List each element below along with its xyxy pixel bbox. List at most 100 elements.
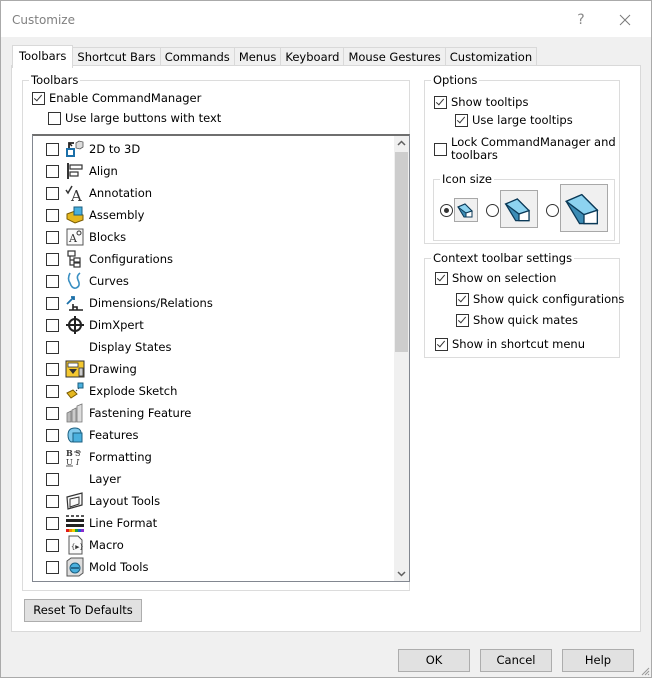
customize-dialog: Customize ? Toolbars Shortcut Bars Command… [0,0,652,678]
checkbox-box[interactable] [435,338,448,351]
checkbox-box[interactable] [46,384,59,398]
scroll-down-button[interactable] [394,566,409,581]
checkbox-box[interactable] [434,142,447,156]
help-button[interactable]: Help [562,649,634,672]
toolbar-list-item[interactable]: Fastening Feature [33,402,388,424]
svg-text:B: B [66,448,73,458]
blocks-icon: A [65,227,85,247]
close-button[interactable] [613,9,637,31]
toolbar-list-item[interactable]: {▶} Macro [33,534,388,556]
toolbar-item-label: Configurations [89,252,173,266]
toolbar-item-label: Assembly [89,208,145,222]
svg-text:{▶}: {▶} [71,543,84,551]
checkbox-label: Show in shortcut menu [452,337,586,351]
checkbox-box[interactable] [435,272,448,285]
tab-customization[interactable]: Customization [444,47,538,67]
checkbox-box[interactable] [46,450,59,464]
tab-mouse-gestures[interactable]: Mouse Gestures [343,47,446,67]
annotation-icon: A [65,183,85,203]
dimensions-relations-icon [65,293,85,313]
toolbar-item-label: Layer [89,472,122,486]
checkbox-box[interactable] [32,92,45,105]
toolbar-list-item[interactable]: Layout Tools [33,490,388,512]
checkbox-box[interactable] [46,340,59,354]
checkbox-box[interactable] [456,314,469,327]
tab-commands[interactable]: Commands [159,47,235,67]
toolbar-list-item[interactable]: B S U I Formatting [33,446,388,468]
checkbox-box[interactable] [46,186,59,200]
enable-commandmanager-checkbox[interactable]: Enable CommandManager [32,91,201,105]
cancel-button[interactable]: Cancel [480,649,552,672]
shortcut-menu-checkbox[interactable]: Show in shortcut menu [435,337,585,351]
icon-size-label: Icon size [440,172,494,186]
icon-size-large-radio[interactable] [546,204,559,217]
tab-menus[interactable]: Menus [233,47,282,67]
quick-mates-checkbox[interactable]: Show quick mates [456,313,578,327]
checkbox-box[interactable] [46,362,59,376]
checkbox-box[interactable] [46,560,59,574]
checkbox-box[interactable] [46,406,59,420]
cube-icon [564,193,599,225]
toolbar-list-item[interactable]: Display States [33,336,388,358]
large-buttons-checkbox[interactable]: Use large buttons with text [48,111,221,125]
toolbar-list-item[interactable]: Configurations [33,248,388,270]
checkbox-label: Show quick configurations [473,292,625,306]
checkbox-box[interactable] [46,494,59,508]
reset-to-defaults-button[interactable]: Reset To Defaults [24,599,142,622]
toolbar-list-item[interactable]: Layer [33,468,388,490]
scroll-up-button[interactable] [394,136,409,151]
checkbox-box[interactable] [46,252,59,266]
lock-commandmanager-checkbox[interactable]: Lock CommandManager and toolbars [434,136,616,162]
toolbar-list-item[interactable]: Dimensions/Relations [33,292,388,314]
tab-keyboard[interactable]: Keyboard [280,47,345,67]
checkbox-box[interactable] [46,274,59,288]
toolbar-list-item[interactable]: Features [33,424,388,446]
checkbox-box[interactable] [46,472,59,486]
checkbox-box[interactable] [46,516,59,530]
checkbox-box[interactable] [48,112,61,125]
checkbox-box[interactable] [434,96,447,109]
checkbox-box[interactable] [46,142,59,156]
toolbar-list-item[interactable]: A Blocks [33,226,388,248]
icon-size-large-preview[interactable] [560,184,608,232]
resize-grip-icon[interactable] [640,666,650,676]
icon-size-medium-radio[interactable] [486,204,499,217]
toolbar-list-item[interactable]: Drawing [33,358,388,380]
checkbox-box[interactable] [46,428,59,442]
toolbar-list-item[interactable]: A Annotation [33,182,388,204]
icon-size-small-radio[interactable] [440,204,453,217]
checkbox-box[interactable] [46,296,59,310]
checkbox-box[interactable] [46,208,59,222]
list-scrollbar[interactable] [394,136,409,581]
toolbar-list-item[interactable]: Explode Sketch [33,380,388,402]
icon-size-small-preview[interactable] [454,198,478,222]
quick-configurations-checkbox[interactable]: Show quick configurations [456,292,624,306]
icon-size-medium-preview[interactable] [500,190,538,228]
checkbox-box[interactable] [46,318,59,332]
show-on-selection-checkbox[interactable]: Show on selection [435,271,556,285]
help-title-button[interactable]: ? [571,9,591,31]
tab-toolbars[interactable]: Toolbars [12,45,74,68]
toolbar-list-item[interactable]: Curves [33,270,388,292]
show-tooltips-checkbox[interactable]: Show tooltips [434,95,528,109]
checkbox-box[interactable] [456,293,469,306]
tab-shortcut-bars[interactable]: Shortcut Bars [72,47,161,67]
toolbar-item-label: Layout Tools [89,494,161,508]
checkbox-box[interactable] [46,538,59,552]
toolbar-list-item[interactable]: Assembly [33,204,388,226]
toolbars-list[interactable]: 2D to 3D Align A Annotation Assembly A Blocks C… [32,134,410,582]
checkbox-box[interactable] [46,230,59,244]
toolbar-list-item[interactable]: Align [33,160,388,182]
scroll-thumb[interactable] [395,152,408,352]
checkbox-box[interactable] [46,164,59,178]
toolbar-list-item[interactable]: Line Format [33,512,388,534]
toolbar-list-item[interactable]: Mold Tools [33,556,388,578]
checkbox-box[interactable] [455,114,468,127]
line-format-icon [65,513,85,533]
large-tooltips-checkbox[interactable]: Use large tooltips [455,113,573,127]
toolbar-list-item[interactable]: DimXpert [33,314,388,336]
checkbox-label: Use large buttons with text [65,111,222,125]
ok-button[interactable]: OK [398,649,470,672]
toolbar-list-item-partial[interactable] [33,578,388,581]
toolbar-list-item[interactable]: 2D to 3D [33,138,388,160]
